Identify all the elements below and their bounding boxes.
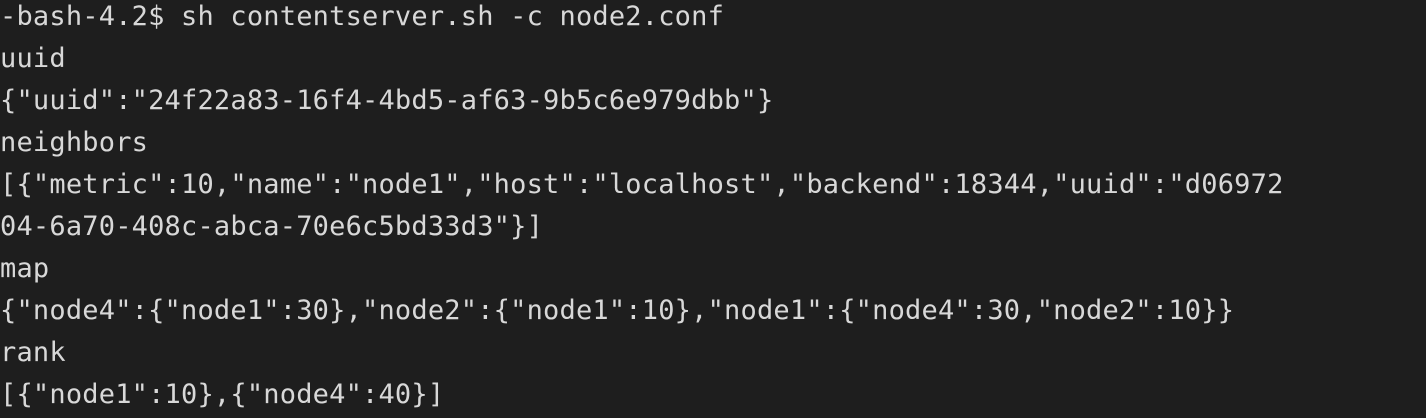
terminal-line: map bbox=[0, 253, 50, 284]
terminal-line: neighbors bbox=[0, 127, 149, 158]
terminal-line: {"node4":{"node1":30},"node2":{"node1":1… bbox=[0, 295, 1235, 326]
terminal-line: 04-6a70-408c-abca-70e6c5bd33d3"}] bbox=[0, 211, 544, 242]
terminal-line: rank bbox=[0, 337, 66, 368]
terminal-line-command: -bash-4.2$ sh contentserver.sh -c node2.… bbox=[0, 1, 725, 32]
terminal-line: uuid bbox=[0, 43, 66, 74]
terminal-line: [{"metric":10,"name":"node1","host":"loc… bbox=[0, 169, 1284, 200]
terminal-output[interactable]: -bash-4.2$ sh contentserver.sh -c node2.… bbox=[0, 0, 1426, 418]
terminal-line: [{"node1":10},{"node4":40}] bbox=[0, 379, 445, 410]
terminal-line: {"uuid":"24f22a83-16f4-4bd5-af63-9b5c6e9… bbox=[0, 85, 774, 116]
